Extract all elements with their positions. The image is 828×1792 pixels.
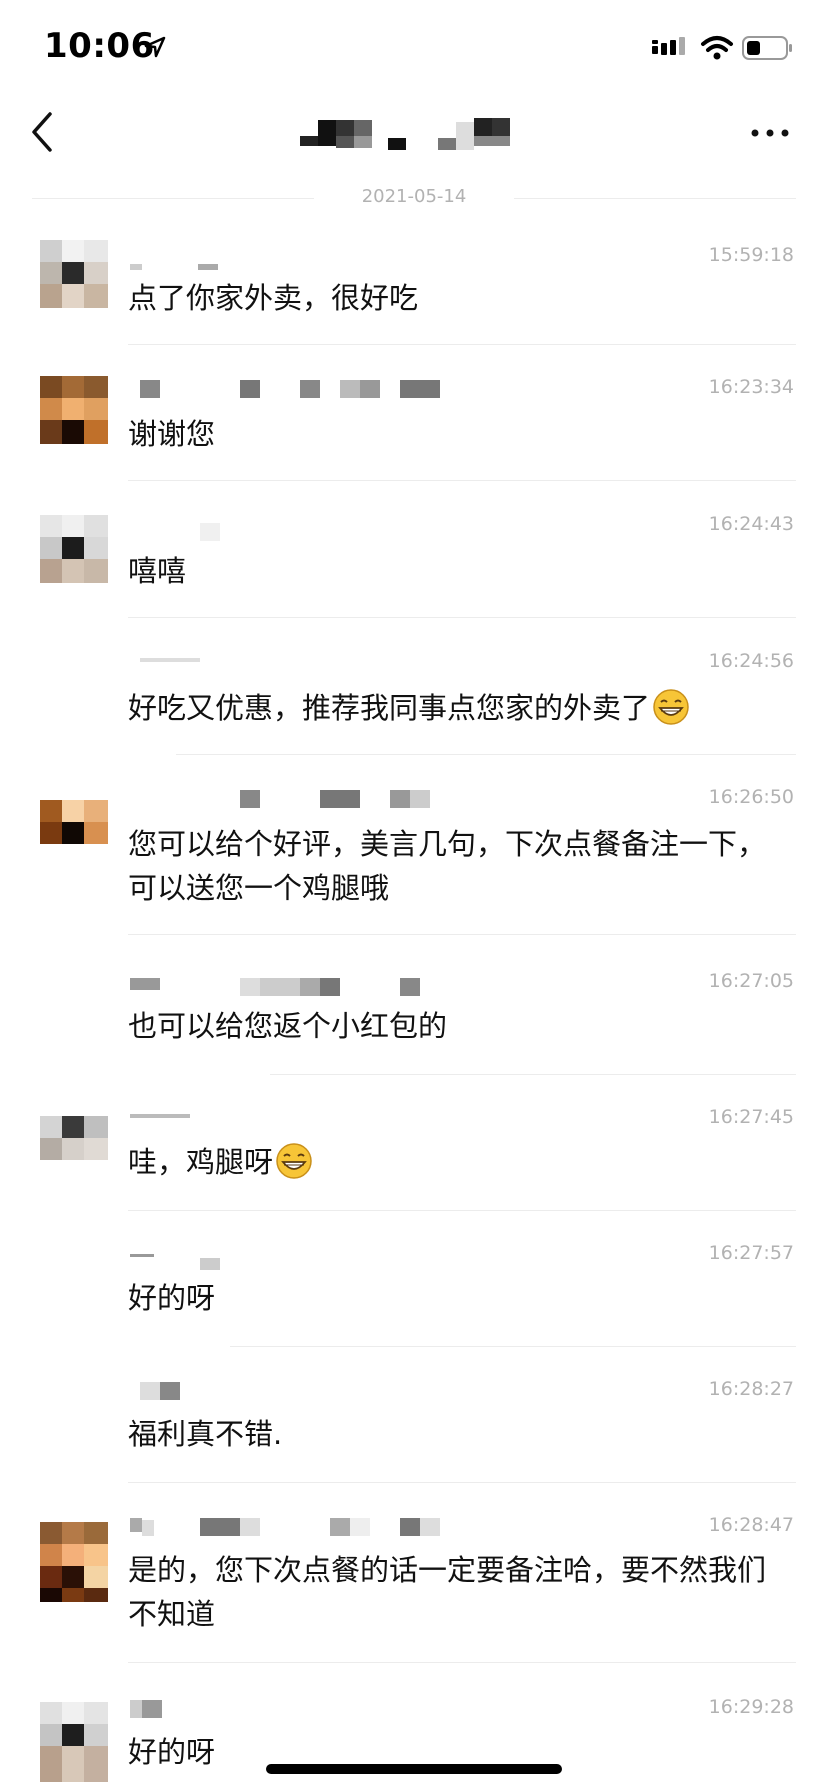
sender-name-redacted: [130, 658, 490, 676]
message-text: 好吃又优惠，推荐我同事点您家的外卖了: [128, 686, 788, 730]
message-timestamp: 16:27:45: [708, 1106, 794, 1128]
message-separator: [128, 1482, 796, 1483]
message-item[interactable]: 16:24:43 嘻嘻: [0, 505, 828, 618]
message-timestamp: 16:28:47: [708, 1514, 794, 1536]
message-timestamp: 16:24:43: [708, 513, 794, 535]
message-separator: [128, 1662, 796, 1663]
message-timestamp: 16:24:56: [708, 650, 794, 672]
message-item[interactable]: 16:29:28 好的呀: [0, 1688, 828, 1792]
message-item[interactable]: 16:28:47 是的，您下次点餐的话一定要备注哈，要不然我们不知道: [0, 1506, 828, 1663]
message-item[interactable]: 16:27:57 好的呀: [0, 1234, 828, 1347]
sender-name-redacted: [130, 1114, 490, 1132]
message-timestamp: 16:23:34: [708, 376, 794, 398]
avatar[interactable]: [40, 240, 108, 308]
sender-name-redacted: [130, 1254, 490, 1272]
message-item[interactable]: 15:59:18 点了你家外卖，很好吃: [0, 232, 828, 345]
avatar[interactable]: [40, 1522, 108, 1602]
message-timestamp: 16:28:27: [708, 1378, 794, 1400]
location-arrow-icon: [144, 36, 166, 58]
message-text: 也可以给您返个小红包的: [128, 1009, 448, 1043]
message-text: 哇，鸡腿呀: [128, 1140, 788, 1184]
message-separator: [176, 754, 796, 755]
message-separator: [128, 934, 796, 935]
message-text: 您可以给个好评，美言几句，下次点餐备注一下，可以送您一个鸡腿哦: [128, 827, 767, 905]
message-item[interactable]: 16:26:50 您可以给个好评，美言几句，下次点餐备注一下，可以送您一个鸡腿哦: [0, 778, 828, 935]
message-timestamp: 16:27:05: [708, 970, 794, 992]
avatar[interactable]: [40, 800, 108, 868]
sender-name-redacted: [130, 1382, 490, 1400]
avatar[interactable]: [40, 1702, 108, 1782]
sender-name-redacted: [130, 523, 490, 541]
status-time: 10:06: [44, 26, 155, 66]
message-timestamp: 16:26:50: [708, 786, 794, 808]
wifi-icon: [701, 36, 733, 60]
message-item[interactable]: 16:28:27 福利真不错.: [0, 1370, 828, 1483]
message-item[interactable]: 16:27:45 哇，鸡腿呀: [0, 1098, 828, 1211]
message-item[interactable]: 16:23:34 谢谢您: [0, 368, 828, 481]
message-timestamp: 16:27:57: [708, 1242, 794, 1264]
date-label: 2021-05-14: [361, 186, 467, 207]
back-chevron-icon[interactable]: [28, 110, 58, 154]
message-separator: [270, 1074, 796, 1075]
cellular-signal-icon: [652, 37, 685, 55]
grinning-face-emoji-icon: [276, 1143, 312, 1179]
message-text: 好的呀: [128, 1281, 216, 1315]
message-separator: [230, 1346, 796, 1347]
home-indicator[interactable]: [266, 1764, 562, 1774]
date-divider: 2021-05-14: [32, 186, 796, 208]
sender-name-redacted: [130, 1700, 490, 1718]
message-text: 点了你家外卖，很好吃: [128, 281, 419, 315]
avatar[interactable]: [40, 515, 108, 583]
battery-icon: [742, 36, 792, 60]
message-text: 福利真不错.: [128, 1417, 283, 1451]
sender-name-redacted: [130, 1518, 490, 1536]
status-bar: 10:06: [0, 0, 828, 100]
message-text-content: 好吃又优惠，推荐我同事点您家的外卖了: [128, 691, 651, 725]
grinning-face-emoji-icon: [653, 689, 689, 725]
avatar[interactable]: [40, 1116, 108, 1184]
sender-name-redacted: [130, 978, 490, 996]
message-separator: [128, 1210, 796, 1211]
more-options-icon[interactable]: [750, 126, 790, 140]
chat-title-redacted: [298, 118, 544, 154]
message-text-content: 哇，鸡腿呀: [128, 1145, 274, 1179]
avatar[interactable]: [40, 376, 108, 444]
message-text: 嘻嘻: [128, 554, 187, 588]
message-separator: [128, 344, 796, 345]
message-text: 是的，您下次点餐的话一定要备注哈，要不然我们不知道: [128, 1553, 767, 1631]
sender-name-redacted: [130, 380, 490, 398]
message-timestamp: 16:29:28: [708, 1696, 794, 1718]
message-separator: [128, 617, 796, 618]
sender-name-redacted: [130, 790, 490, 808]
message-item[interactable]: 16:27:05 也可以给您返个小红包的: [0, 962, 828, 1075]
message-timestamp: 15:59:18: [708, 244, 794, 266]
message-text: 谢谢您: [128, 417, 216, 451]
message-separator: [128, 480, 796, 481]
message-item[interactable]: 16:24:56 好吃又优惠，推荐我同事点您家的外卖了: [0, 642, 828, 755]
